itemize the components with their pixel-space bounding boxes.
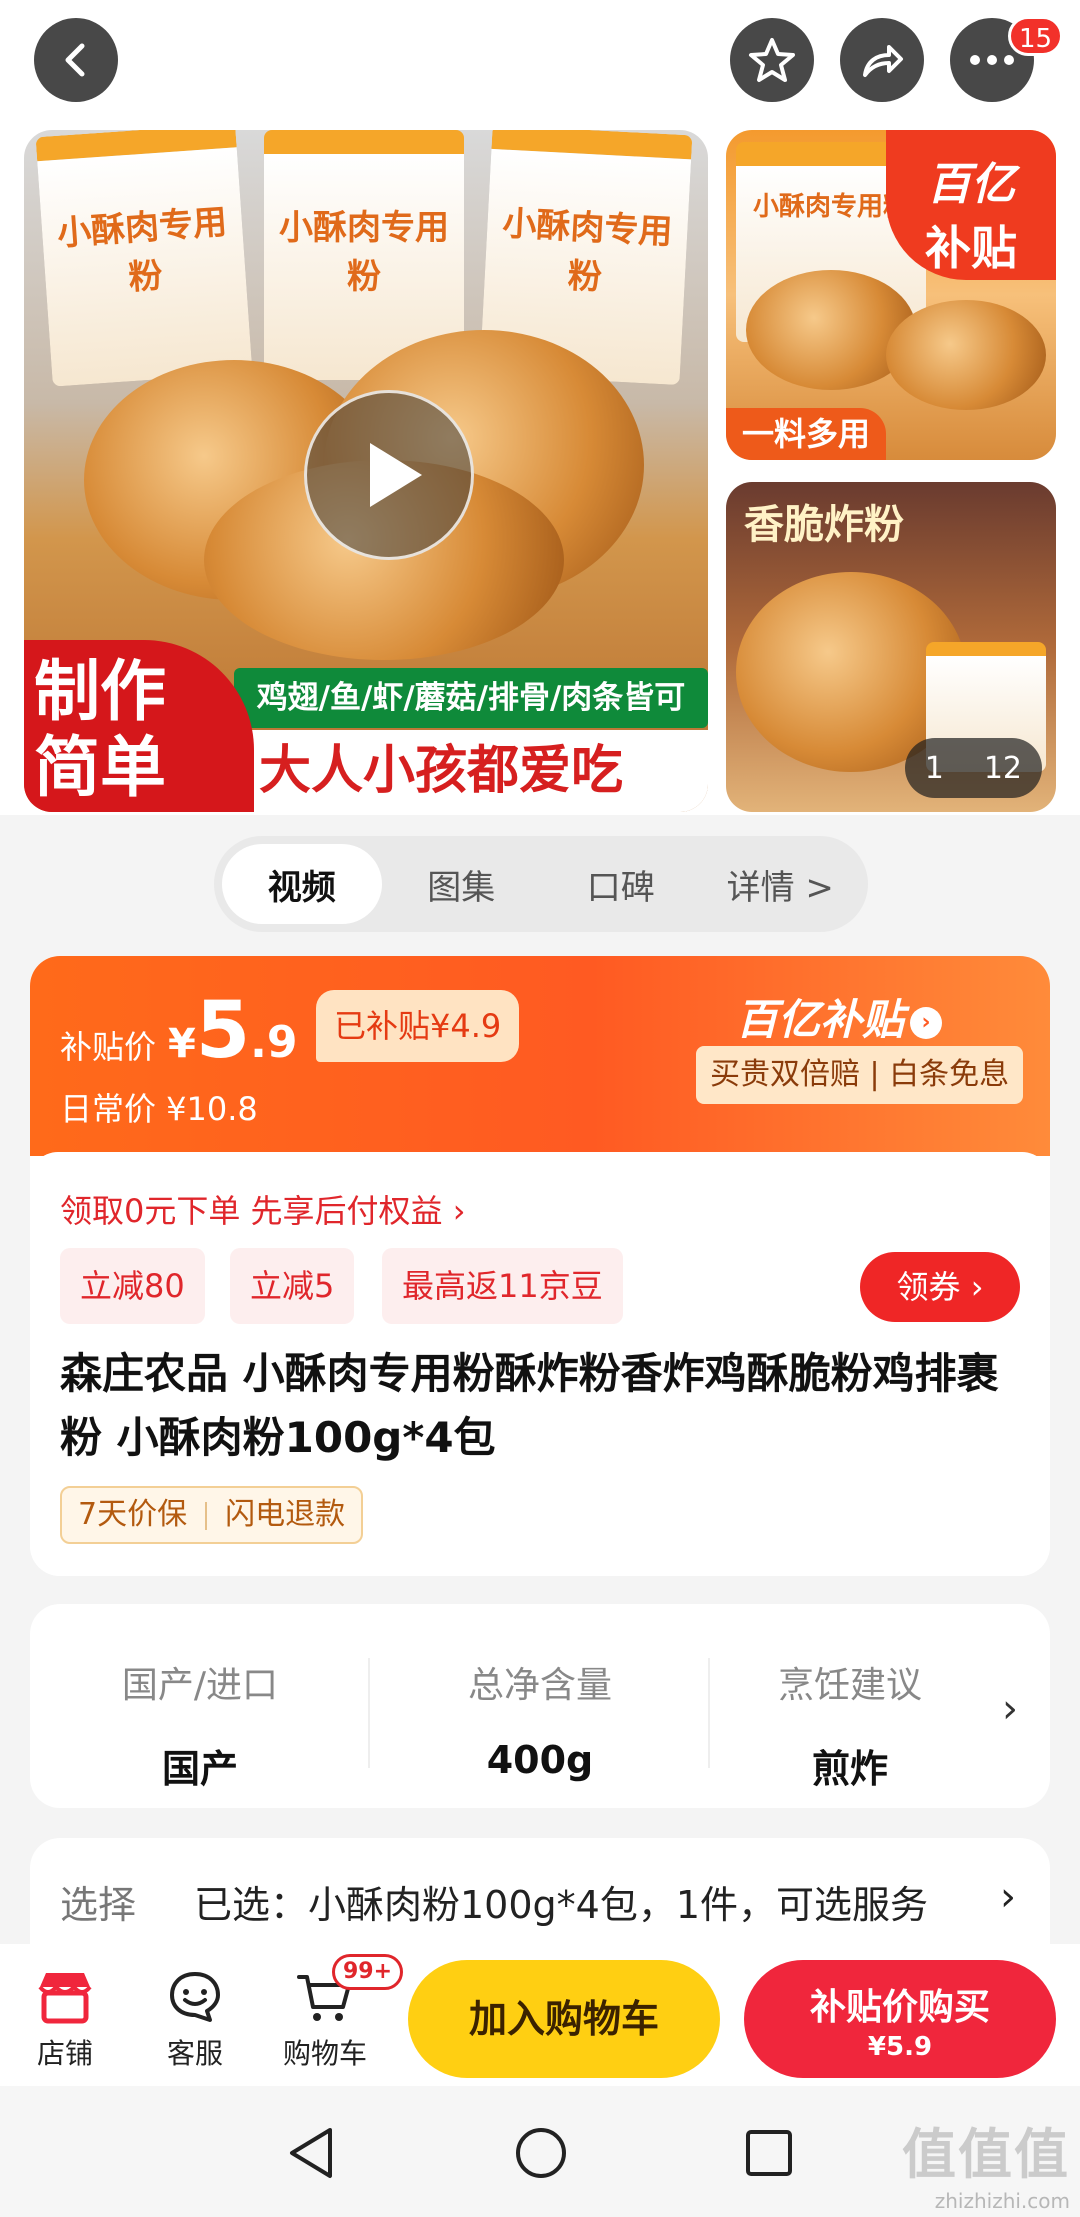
subsidy-price: ¥5.9 [168,986,298,1076]
customer-service-button[interactable]: 客服 [140,1962,250,2080]
tab-reviews[interactable]: 口碑 [541,844,701,924]
store-icon [38,1973,92,2024]
store-button[interactable]: 店铺 [10,1962,120,2080]
guarantee-tags[interactable]: 7天价保 闪电退款 [60,1486,364,1544]
usage-banner: 鸡翅/鱼/虾/蘑菇/排骨/肉条皆可 [234,668,708,728]
subsidy-benefits: 买贵双倍赔 | 白条免息 [696,1046,1024,1104]
spec-origin: 国产/进口 国产 [121,1665,279,1791]
price-card: 补贴价 ¥5.9 已补贴¥4.9 日常价 ¥10.8 百亿补贴 › 买贵双倍赔 |… [30,956,1050,1576]
chevron-right-icon: › [970,1268,984,1306]
more-dots-icon [970,55,1014,65]
selected-variant: 已选：小酥肉粉100g*4包，1件，可选服务 [194,1883,929,1927]
image-counter: 1 12 [904,738,1042,798]
coupon-tag[interactable]: 立减80 [60,1248,205,1324]
thumbnail-image[interactable]: 香脆炸粉 1 12 [726,482,1056,812]
thumbnail-image[interactable]: 小酥肉专用粉 百亿 补贴 一料多用 [726,130,1056,460]
watermark: 值值值 zhizhizhi.com [902,2123,1070,2213]
tab-video[interactable]: 视频 [222,844,382,924]
already-subsidized-tag: 已补贴¥4.9 [316,990,520,1062]
chevron-right-icon: › [1002,1686,1018,1732]
multi-use-tag: 一料多用 [726,408,886,460]
notification-badge: 15 [1008,16,1064,56]
offers-section: 领取0元下单 先享后付权益 › 立减80 立减5 最高返11京豆 领券 › 森庄… [30,1152,1050,1576]
cart-count-badge: 99+ [332,1954,404,1990]
coupon-tag[interactable]: 最高返11京豆 [382,1248,623,1324]
subsidy-badge: 百亿 补贴 [886,130,1056,280]
product-title: 森庄农品 小酥肉专用粉酥炸粉香炸鸡酥脆粉鸡排裹粉 小酥肉粉100g*4包 [60,1349,999,1462]
select-label: 选择 [60,1883,137,1927]
daily-price: 日常价 ¥10.8 [60,1090,258,1128]
nav-home-icon[interactable] [514,2126,568,2180]
gallery-tabs: 视频 图集 口碑 详情 > [214,836,868,932]
add-to-cart-button[interactable]: 加入购物车 [408,1960,720,2078]
play-video-button[interactable] [304,390,474,560]
system-nav-bar: 值值值 zhizhizhi.com [0,2086,1080,2217]
tab-details[interactable]: 详情 > [701,844,861,924]
get-coupon-button[interactable]: 领券 › [860,1252,1020,1322]
favorite-button[interactable] [730,18,814,102]
nav-recents-icon[interactable] [744,2128,794,2178]
chevron-right-icon: › [1000,1874,1016,1920]
easy-badge: 制作 简单 [24,640,254,812]
chevron-right-icon: › [910,1006,943,1039]
star-icon [749,38,795,82]
share-icon [863,45,903,77]
cart-button[interactable]: 购物车 99+ [270,1954,404,2080]
buy-now-button[interactable]: 补贴价购买 ¥5.9 [744,1960,1056,2078]
subsidy-program-link[interactable]: 百亿补贴 › [736,986,943,1047]
product-bag: 小酥肉专用粉 [35,130,253,387]
slogan-banner: 大人小孩都爱吃 [174,730,708,812]
chevron-left-icon [65,43,85,77]
share-button[interactable] [840,18,924,102]
spec-card[interactable]: 国产/进口 国产 总净含量 400g 烹饪建议 煎炸 › [30,1604,1050,1808]
bottom-action-bar: 店铺 客服 购物车 99+ 加入购物车 补贴价购买 ¥5.9 [0,1944,1080,2086]
play-icon [370,443,422,507]
main-product-image[interactable]: 小酥肉专用粉 小酥肉专用粉 小酥肉专用粉 鸡翅/鱼/虾/蘑菇/排骨/肉条皆可 大… [24,130,708,812]
service-smile-icon [170,1972,220,2022]
pay-later-link[interactable]: 领取0元下单 先享后付权益 › [60,1186,466,1232]
price-header: 补贴价 ¥5.9 已补贴¥4.9 日常价 ¥10.8 百亿补贴 › 买贵双倍赔 |… [30,956,1050,1156]
coupon-tag[interactable]: 立减5 [230,1248,355,1324]
subsidy-price-label: 补贴价 [60,1028,157,1066]
tab-gallery[interactable]: 图集 [382,844,542,924]
nav-back-icon[interactable] [286,2126,336,2180]
spec-cooking: 烹饪建议 煎炸 [777,1665,922,1791]
product-gallery: 小酥肉专用粉 小酥肉专用粉 小酥肉专用粉 鸡翅/鱼/虾/蘑菇/排骨/肉条皆可 大… [0,0,1080,815]
back-button[interactable] [34,18,118,102]
spec-net-weight: 总净含量 400g [467,1665,612,1782]
food-image [886,300,1046,410]
